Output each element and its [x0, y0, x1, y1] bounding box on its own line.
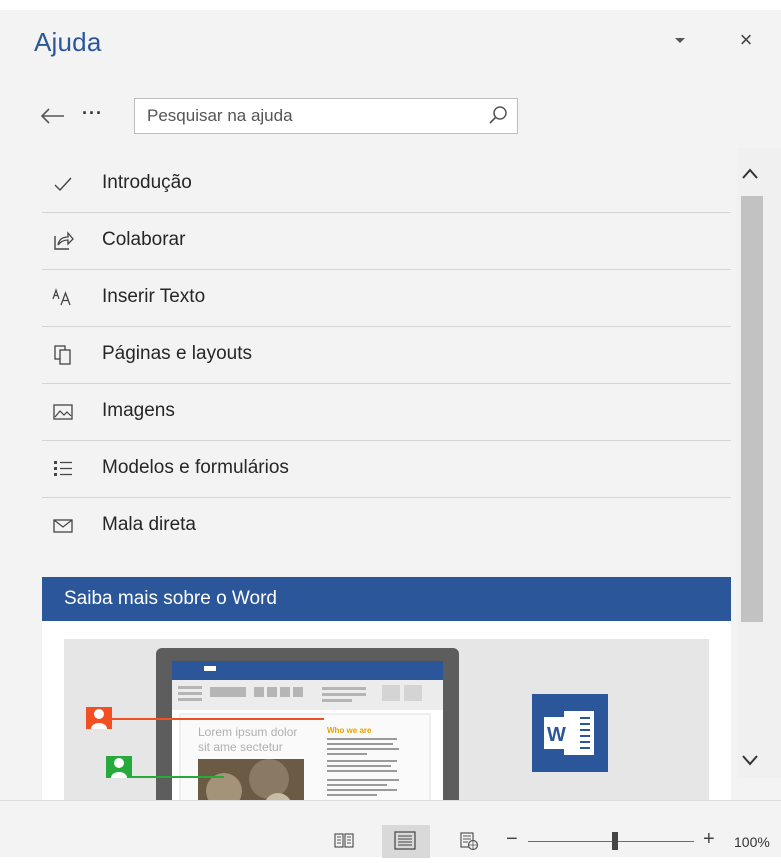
- status-bar: − + 100%: [0, 800, 781, 858]
- word-illustration[interactable]: Lorem ipsum dolor sit ame sectetur Who w…: [64, 639, 709, 800]
- search-box: [134, 98, 518, 134]
- web-layout-button[interactable]: [458, 831, 480, 851]
- vertical-scrollbar[interactable]: [737, 148, 781, 778]
- learn-more-card: Lorem ipsum dolor sit ame sectetur Who w…: [42, 621, 731, 800]
- chevron-down-icon: [742, 755, 758, 766]
- topic-imagens[interactable]: Imagens: [42, 384, 731, 441]
- topic-inserir-texto[interactable]: Inserir Texto: [42, 270, 731, 327]
- scroll-thumb[interactable]: [741, 196, 763, 622]
- search-icon[interactable]: [487, 105, 509, 127]
- topic-modelos-formularios[interactable]: Modelos e formulários: [42, 441, 731, 498]
- topic-colaborar[interactable]: Colaborar: [42, 213, 731, 270]
- top-strip: [0, 0, 781, 10]
- topic-mala-direta[interactable]: Mala direta: [42, 498, 731, 555]
- search-input[interactable]: [135, 99, 475, 133]
- zoom-slider-track[interactable]: [528, 841, 694, 842]
- topic-label: Mala direta: [102, 514, 196, 535]
- page-lines-icon: [394, 831, 416, 850]
- zoom-slider-thumb[interactable]: [612, 832, 618, 850]
- chevron-up-icon: [742, 168, 758, 179]
- pane-options-button[interactable]: [668, 30, 692, 50]
- ribbon-tab-marker: [204, 666, 216, 671]
- topic-label: Modelos e formulários: [102, 457, 289, 478]
- banner-title: Saiba mais sobre o Word: [64, 588, 277, 609]
- print-layout-button[interactable]: [382, 825, 430, 858]
- checkmark-icon: [52, 173, 74, 195]
- topic-label: Páginas e layouts: [102, 343, 252, 364]
- word-logo-letter: W: [547, 724, 566, 746]
- doc-heading-line2: sit ame sectetur: [198, 740, 283, 754]
- learn-more-banner[interactable]: Saiba mais sobre o Word: [42, 577, 731, 621]
- close-button[interactable]: ×: [734, 28, 758, 52]
- pane-title: Ajuda: [34, 27, 102, 57]
- doc-side-heading: Who we are: [327, 726, 372, 735]
- topic-label: Inserir Texto: [102, 286, 206, 307]
- book-icon: [334, 833, 354, 848]
- zoom-out-button[interactable]: −: [506, 829, 518, 849]
- picture-icon: [52, 401, 74, 423]
- pages-icon: [52, 344, 74, 366]
- envelope-icon: [52, 515, 74, 537]
- back-button[interactable]: [38, 104, 68, 128]
- help-topic-list: Introdução Colaborar Inserir Texto Págin…: [42, 156, 731, 555]
- chevron-down-icon: [675, 38, 685, 43]
- web-layout-icon: [460, 832, 479, 851]
- arrow-left-icon: [40, 108, 64, 124]
- illustration-graphic: Lorem ipsum dolor sit ame sectetur Who w…: [86, 648, 608, 800]
- topic-label: Colaborar: [102, 229, 186, 250]
- topic-paginas-layouts[interactable]: Páginas e layouts: [42, 327, 731, 384]
- zoom-level[interactable]: 100%: [734, 834, 770, 850]
- zoom-in-button[interactable]: +: [703, 829, 715, 849]
- scroll-up-button[interactable]: [737, 160, 777, 184]
- more-options-button[interactable]: ···: [82, 104, 108, 128]
- read-mode-button[interactable]: [333, 831, 355, 851]
- list-icon: [52, 458, 74, 480]
- topic-introducao[interactable]: Introdução: [42, 156, 731, 213]
- doc-heading-line1: Lorem ipsum dolor: [198, 725, 297, 739]
- help-pane: Ajuda × ··· Introdução: [0, 0, 781, 800]
- topic-label: Imagens: [102, 400, 175, 421]
- topic-label: Introdução: [102, 172, 192, 193]
- scroll-down-button[interactable]: [737, 748, 777, 772]
- share-icon: [52, 230, 74, 252]
- font-size-icon: [52, 287, 74, 309]
